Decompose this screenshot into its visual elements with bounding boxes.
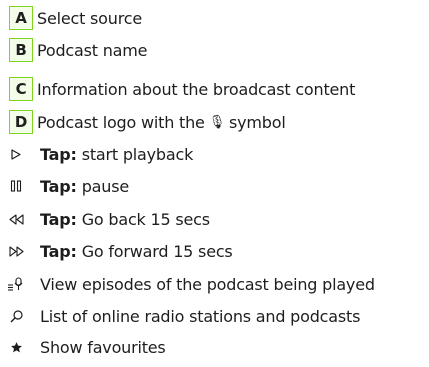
legend-item-favourites: Show favourites <box>0 334 166 360</box>
legend-item-episodes: View episodes of the podcast being playe… <box>0 271 375 297</box>
legend-item-rewind: Tap: Go back 15 secs <box>0 206 210 232</box>
rewind-icon <box>6 213 26 225</box>
legend-text-select-source: Select source <box>37 8 142 28</box>
tap-label: Tap: <box>40 176 77 196</box>
legend-text-start-playback: start playback <box>81 144 194 164</box>
legend-text-podcast-name: Podcast name <box>37 40 148 60</box>
legend-text-go-back: Go back 15 secs <box>81 209 210 229</box>
search-icon <box>6 309 26 323</box>
legend-text-show-favourites: Show favourites <box>40 337 166 357</box>
legend-text-view-episodes: View episodes of the podcast being playe… <box>40 274 375 294</box>
letter-badge-d: D <box>9 110 33 134</box>
episode-list-icon <box>6 277 26 291</box>
pause-icon <box>6 180 26 192</box>
fast-forward-icon <box>6 245 26 257</box>
legend-text-broadcast-info: Information about the broadcast content <box>37 79 356 99</box>
legend-item-fast-forward: Tap: Go forward 15 secs <box>0 238 233 264</box>
podcast-microphone-icon: 🎙 <box>208 114 226 130</box>
letter-badge-c: C <box>9 77 33 101</box>
legend-item-play: Tap: start playback <box>0 141 193 167</box>
legend-item-pause: Tap: pause <box>0 173 129 199</box>
legend-text-go-forward: Go forward 15 secs <box>81 241 233 261</box>
legend-item-d: D Podcast logo with the 🎙 symbol <box>0 109 286 135</box>
letter-badge-a: A <box>9 6 33 30</box>
legend-item-a: A Select source <box>0 5 142 31</box>
legend-item-search: List of online radio stations and podcas… <box>0 303 360 329</box>
legend-text-podcast-logo: Podcast logo with the <box>37 112 205 132</box>
tap-label: Tap: <box>40 209 77 229</box>
star-icon <box>6 341 26 354</box>
legend-text-symbol: symbol <box>229 112 286 132</box>
legend-item-b: B Podcast name <box>0 37 147 63</box>
tap-label: Tap: <box>40 241 77 261</box>
legend-text-pause: pause <box>81 176 129 196</box>
letter-badge-b: B <box>9 38 33 62</box>
tap-label: Tap: <box>40 144 77 164</box>
play-icon <box>6 148 26 160</box>
legend-text-online-radio: List of online radio stations and podcas… <box>40 306 361 326</box>
legend-item-c: C Information about the broadcast conten… <box>0 76 355 102</box>
control-legend: A Select source B Podcast name C Informa… <box>0 0 429 367</box>
